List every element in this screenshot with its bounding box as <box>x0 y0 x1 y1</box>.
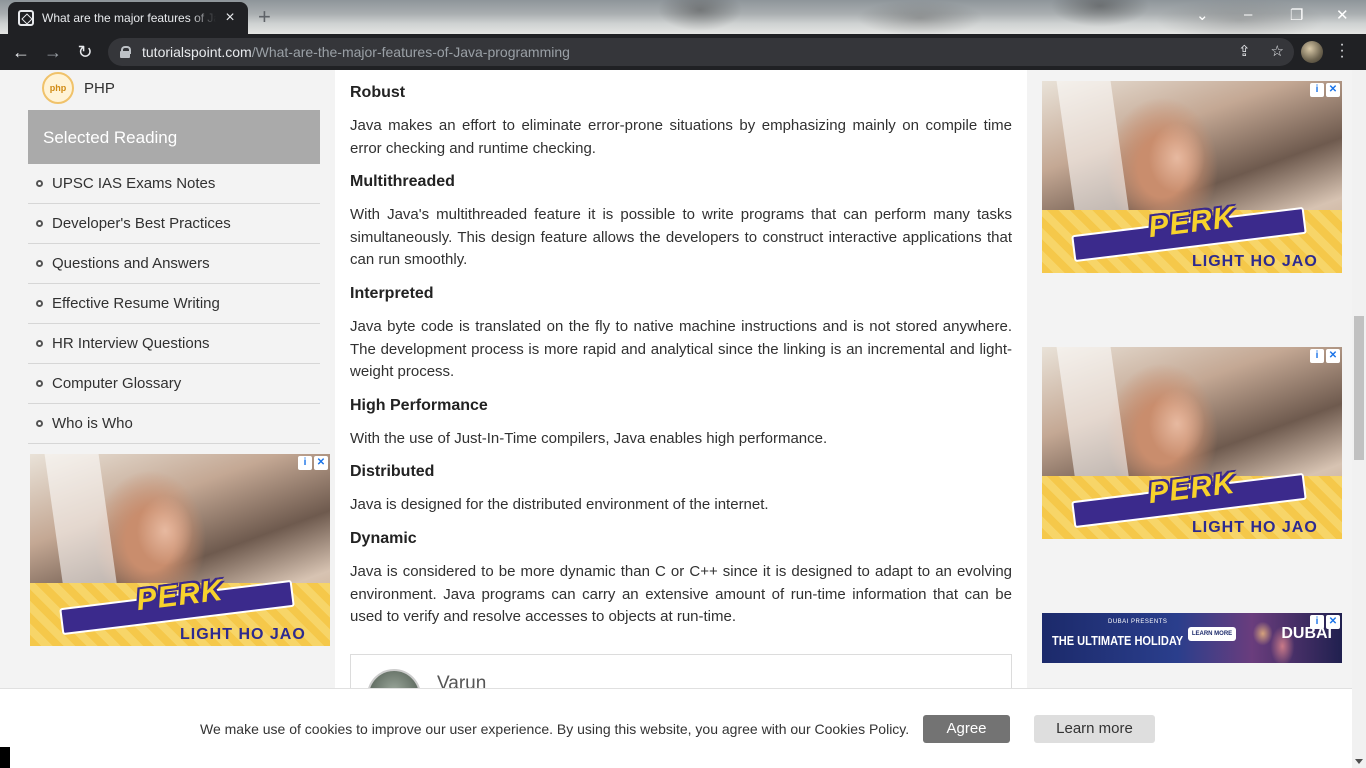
ad-info-icon[interactable]: i <box>1310 615 1324 629</box>
dubai-banner-ad[interactable]: DUBAI PRESENTS THE ULTIMATE HOLIDAY LEAR… <box>1042 613 1342 663</box>
reload-icon[interactable]: ↻ <box>70 37 100 67</box>
sidebar-item-label: Computer Glossary <box>52 375 182 392</box>
banner-headline: THE ULTIMATE HOLIDAY <box>1052 633 1184 648</box>
learn-more-button[interactable]: Learn more <box>1034 715 1155 743</box>
cookie-message: We make use of cookies to improve our us… <box>200 721 910 737</box>
bullet-icon <box>36 380 43 387</box>
browser-menu-icon[interactable]: · · · <box>1338 37 1346 65</box>
ad-info-icon[interactable]: i <box>1310 349 1324 363</box>
forward-arrow-icon[interactable]: → <box>38 37 68 67</box>
browser-tab-bar: What are the major features of Java prog… <box>0 0 1366 34</box>
new-tab-icon[interactable]: + <box>258 6 271 28</box>
sidebar-item-label: PHP <box>84 79 115 97</box>
ad-close-icon[interactable]: ✕ <box>1326 349 1340 363</box>
ad-info-icon[interactable]: i <box>298 456 312 470</box>
sidebar-item-label: Developer's Best Practices <box>52 215 231 232</box>
selected-reading-heading: Selected Reading <box>28 110 320 164</box>
bullet-icon <box>36 220 43 227</box>
web-page: php PHP Selected Reading UPSC IAS Exams … <box>0 70 1352 768</box>
ad-close-icon[interactable]: ✕ <box>314 456 328 470</box>
url-path: /What-are-the-major-features-of-Java-pro… <box>251 44 570 60</box>
sidebar-item-label: Questions and Answers <box>52 255 210 272</box>
selected-reading-list: UPSC IAS Exams Notes Developer's Best Pr… <box>28 164 320 444</box>
sidebar-item-label: Effective Resume Writing <box>52 295 220 312</box>
bookmark-star-icon[interactable]: ☆ <box>1271 42 1284 60</box>
perk-ad-right-middle[interactable]: PERK LIGHT HO JAO i ✕ <box>1042 347 1342 539</box>
banner-pre-text: DUBAI PRESENTS <box>1108 619 1168 625</box>
perk-ad-right-top[interactable]: PERK LIGHT HO JAO i ✕ <box>1042 81 1342 273</box>
address-bar[interactable]: tutorialspoint.com/What-are-the-major-fe… <box>108 38 1294 66</box>
sidebar-item-php[interactable]: php PHP <box>42 72 115 104</box>
tab-search-chevron-icon[interactable]: ⌄ <box>1196 6 1209 24</box>
section-text: With Java's multithreaded feature it is … <box>350 206 1012 269</box>
sidebar-item-resume[interactable]: Effective Resume Writing <box>28 284 320 324</box>
sidebar-item-qa[interactable]: Questions and Answers <box>28 244 320 284</box>
browser-toolbar: ← → ↻ tutorialspoint.com/What-are-the-ma… <box>0 34 1366 70</box>
perk-ad-left[interactable]: PERK LIGHT HO JAO i ✕ <box>30 454 330 646</box>
agree-button[interactable]: Agree <box>923 715 1010 743</box>
site-favicon-icon <box>18 10 34 26</box>
sidebar-item-label: Who is Who <box>52 415 133 432</box>
bullet-icon <box>36 340 43 347</box>
ad-choices[interactable]: i ✕ <box>1310 615 1340 629</box>
section-text: With the use of Just-In-Time compilers, … <box>350 429 828 447</box>
sidebar-item-glossary[interactable]: Computer Glossary <box>28 364 320 404</box>
tab-close-icon[interactable]: × <box>222 10 238 26</box>
ad-choices[interactable]: i ✕ <box>298 456 328 470</box>
browser-tab[interactable]: What are the major features of Java prog… <box>8 2 248 34</box>
window-close-icon[interactable]: ✕ <box>1336 6 1349 24</box>
article-body: Robust Java makes an effort to eliminate… <box>350 84 1012 642</box>
ad-info-icon[interactable]: i <box>1310 83 1324 97</box>
section-text: Java is designed for the distributed env… <box>350 496 769 514</box>
sidebar-item-upsc[interactable]: UPSC IAS Exams Notes <box>28 164 320 204</box>
ad-image-veil <box>1056 347 1130 482</box>
cookie-consent-bar: We make use of cookies to improve our us… <box>0 688 1352 768</box>
scrollbar-thumb[interactable] <box>1354 316 1364 460</box>
minimize-icon[interactable]: – <box>1244 6 1252 23</box>
sidebar-item-best-practices[interactable]: Developer's Best Practices <box>28 204 320 244</box>
ad-tagline: LIGHT HO JAO <box>1192 253 1318 271</box>
php-logo-icon: php <box>42 72 74 104</box>
sidebar-item-who-is-who[interactable]: Who is Who <box>28 404 320 444</box>
url-host: tutorialspoint.com <box>142 44 252 60</box>
section-heading: Robust <box>350 84 406 101</box>
section-text: Java is considered to be more dynamic th… <box>350 562 1012 626</box>
section-heading: Interpreted <box>350 284 434 302</box>
share-icon[interactable]: ⇪ <box>1238 42 1251 60</box>
ad-tagline: LIGHT HO JAO <box>1192 519 1318 537</box>
ad-image-veil <box>1056 81 1130 216</box>
sidebar-item-label: HR Interview Questions <box>52 335 210 352</box>
back-arrow-icon[interactable]: ← <box>6 37 36 67</box>
section-text: Java makes an effort to eliminate error-… <box>350 117 1012 157</box>
section-text: Java byte code is translated on the fly … <box>350 317 1012 381</box>
sidebar-item-hr-interview[interactable]: HR Interview Questions <box>28 324 320 364</box>
ad-tagline: LIGHT HO JAO <box>180 626 306 644</box>
bullet-icon <box>36 420 43 427</box>
ad-choices[interactable]: i ✕ <box>1310 83 1340 97</box>
ad-close-icon[interactable]: ✕ <box>1326 83 1340 97</box>
section-heading: Dynamic <box>350 529 417 547</box>
page-scrollbar[interactable] <box>1352 70 1366 768</box>
tab-title: What are the major features of Java prog… <box>42 11 216 25</box>
section-heading: High Performance <box>350 396 488 414</box>
section-heading: Multithreaded <box>350 173 455 191</box>
ad-image-veil <box>44 454 118 589</box>
banner-learn-more-button[interactable]: LEARN MORE <box>1188 627 1236 641</box>
restore-icon[interactable]: ❐ <box>1290 6 1303 24</box>
main-content: Robust Java makes an effort to eliminate… <box>335 70 1027 768</box>
section-heading: Distributed <box>350 463 435 481</box>
sidebar-item-label: UPSC IAS Exams Notes <box>52 175 216 192</box>
profile-avatar[interactable] <box>1301 41 1323 63</box>
corner-widget <box>0 747 10 768</box>
lock-icon[interactable] <box>120 46 131 58</box>
scroll-down-arrow-icon[interactable] <box>1355 759 1363 764</box>
ad-close-icon[interactable]: ✕ <box>1326 615 1340 629</box>
bullet-icon <box>36 260 43 267</box>
ad-choices[interactable]: i ✕ <box>1310 349 1340 363</box>
bullet-icon <box>36 180 43 187</box>
bullet-icon <box>36 300 43 307</box>
